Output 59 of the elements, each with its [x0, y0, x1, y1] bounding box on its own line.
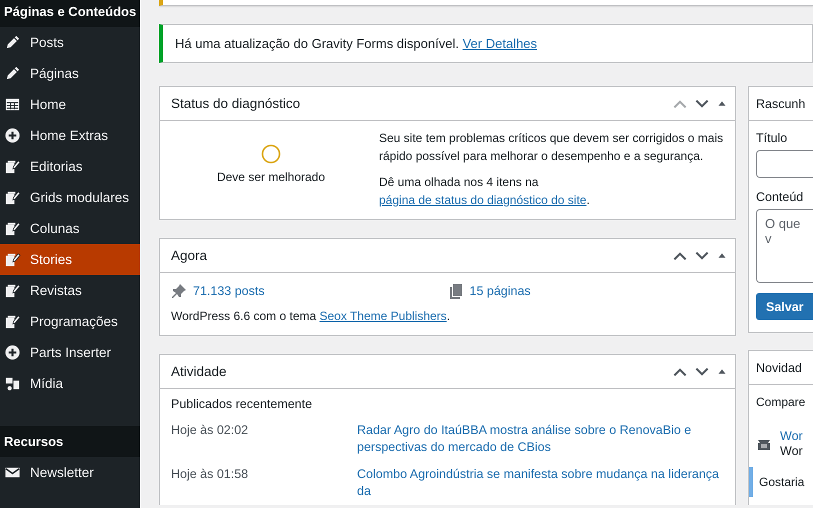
pushpin-icon: [171, 283, 187, 299]
footer-text: Gostaria: [749, 467, 813, 497]
section-subtitle: Publicados recentemente: [171, 396, 314, 413]
field-label: Conteúd: [756, 190, 804, 204]
news-item-source: Wor: [780, 444, 803, 459]
menu-item[interactable]: Programações: [0, 306, 140, 337]
news-item-link[interactable]: Wor: [780, 429, 803, 444]
menu-item[interactable]: Home: [0, 89, 140, 120]
pages-icon: [448, 283, 464, 299]
media-icon: [4, 375, 21, 392]
posts-count-link[interactable]: 71.133 posts: [171, 283, 448, 299]
panel-title: Agora: [171, 248, 208, 263]
menu-item[interactable]: Grids modulares: [0, 182, 140, 213]
menu-item[interactable]: Editorias: [0, 151, 140, 182]
menu-item[interactable]: Parts Inserter: [0, 337, 140, 368]
status-label: Deve ser melhorado: [216, 170, 326, 184]
menu-section-heading: Recursos: [0, 426, 140, 457]
note-pencil-icon: [4, 313, 21, 330]
plus-circle-icon: [4, 344, 21, 361]
intro-text: Compare: [755, 394, 806, 409]
menu-item[interactable]: Colunas: [0, 213, 140, 244]
status-ring: [261, 144, 281, 164]
menu-section-heading: Páginas e Conteúdos: [0, 0, 140, 27]
post-title-link[interactable]: Colombo Agroindústria se manifesta sobre mudança na liderança da: [357, 466, 724, 500]
pages-count-link[interactable]: 15 páginas: [448, 283, 724, 299]
panel-title: Status do diagnóstico: [171, 96, 302, 111]
status-hint: Dê uma olhada nos 4 itens na página de status do diagnóstico do site.: [379, 174, 591, 209]
panel-title: Atividade: [171, 364, 228, 379]
pencil-icon: [4, 34, 21, 51]
version-text: WordPress 6.6 com o tema Seox Theme Publishers.: [171, 308, 452, 325]
menu-item[interactable]: Home Extras: [0, 120, 140, 151]
plus-circle-icon: [4, 127, 21, 144]
field-label: Título: [756, 131, 788, 145]
menu-item[interactable]: Revistas: [0, 275, 140, 306]
details-link[interactable]: Ver Detalhes: [462, 36, 538, 51]
notice-text: Há uma atualização do Gravity Forms disponível.: [175, 36, 459, 51]
note-pencil-icon: [4, 220, 21, 237]
panel-title: Novidad: [756, 360, 803, 374]
note-pencil-icon: [4, 251, 21, 268]
status-page-link[interactable]: página de status do diagnóstico do site: [379, 193, 586, 207]
post-time: Hoje às 01:58: [171, 466, 250, 483]
note-pencil-icon: [4, 282, 21, 299]
content-text-field[interactable]: O que v: [756, 209, 813, 283]
menu-item[interactable]: Páginas: [0, 58, 140, 89]
menu-item[interactable]: Mídia: [0, 368, 140, 399]
menu-item[interactable]: Newsletter: [0, 457, 140, 488]
menu-item[interactable]: Stories: [0, 244, 140, 275]
panel-title: Rascunh: [756, 96, 806, 110]
note-pencil-icon: [4, 158, 21, 175]
post-title-link[interactable]: Radar Agro do ItaúBBA mostra análise sobre o RenovaBio e perspectivas do mercado de CBios: [357, 422, 724, 456]
theme-link[interactable]: Seox Theme Publishers: [320, 309, 447, 323]
title-input-field[interactable]: [756, 150, 813, 178]
note-pencil-icon: [4, 189, 21, 206]
status-message: Seu site tem problemas críticos que devem ser corrigidos o mais rápido possível para melhorar o desempenho e a segurança.: [379, 130, 724, 165]
table-icon: [4, 96, 21, 113]
save-draft-button[interactable]: Salvar: [756, 293, 813, 320]
post-time: Hoje às 02:02: [171, 422, 250, 439]
pencil-icon: [4, 65, 21, 82]
menu-item[interactable]: Posts: [0, 27, 140, 58]
